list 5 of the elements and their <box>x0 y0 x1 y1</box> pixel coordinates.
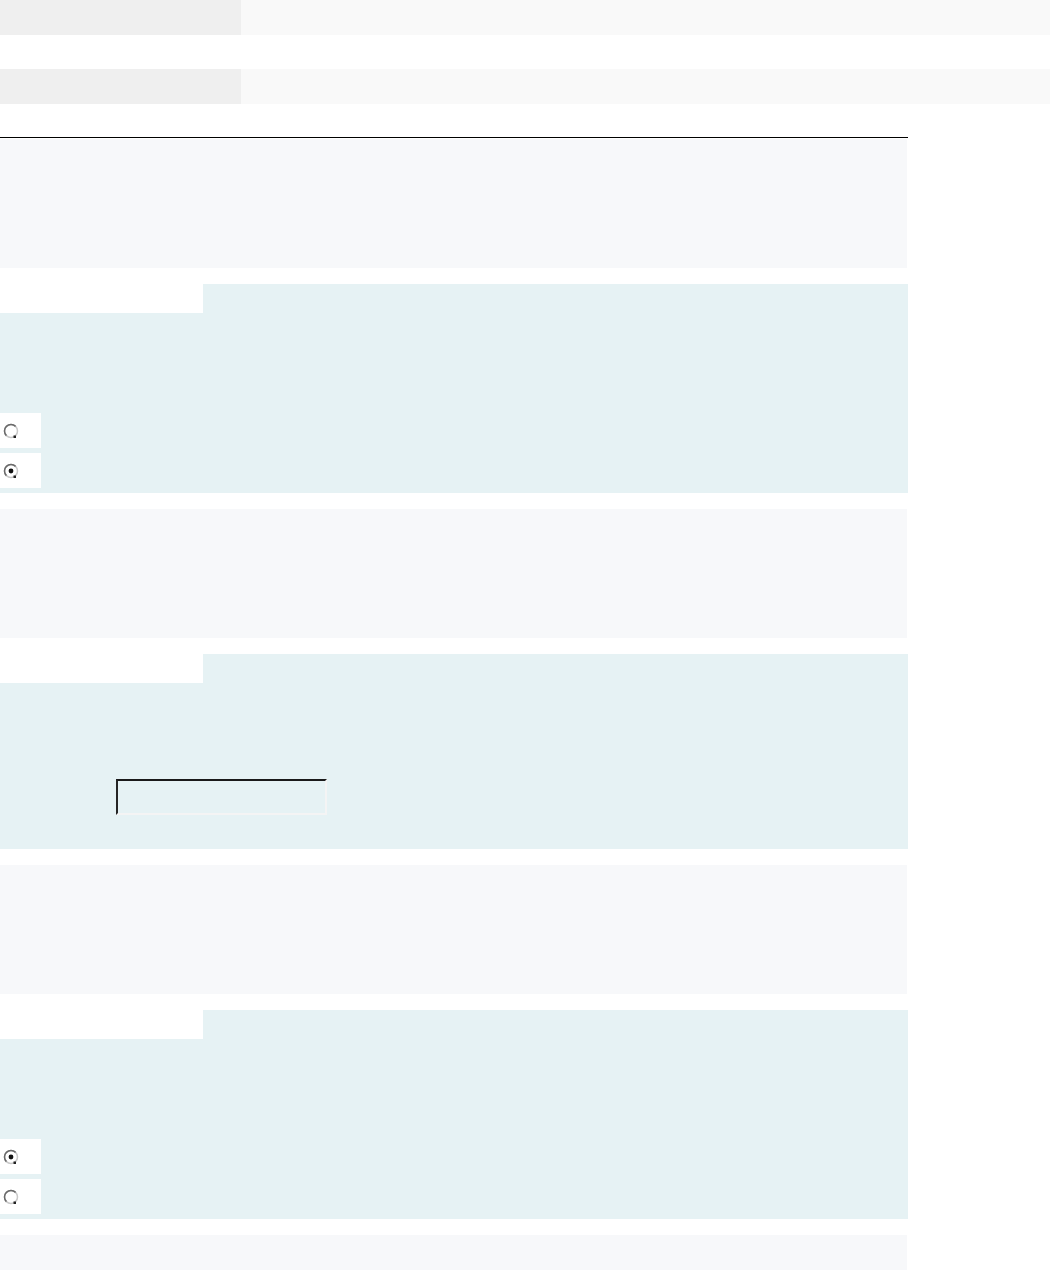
radio-button[interactable] <box>3 1188 19 1205</box>
answer-field[interactable] <box>116 779 327 815</box>
radio-button[interactable] <box>3 462 19 479</box>
radio-button[interactable] <box>3 1148 19 1165</box>
radio-button[interactable] <box>3 422 19 439</box>
